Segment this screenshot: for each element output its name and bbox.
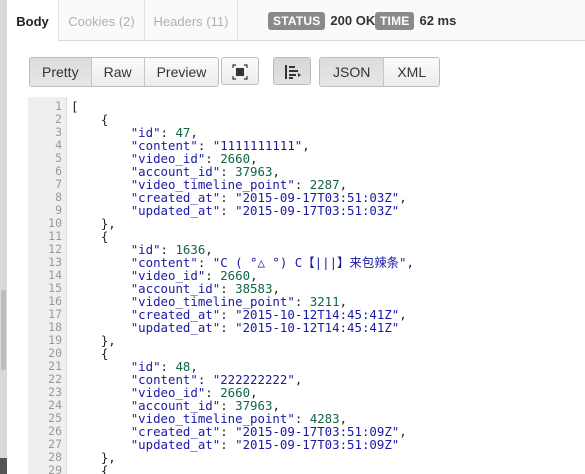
raw-button[interactable]: Raw <box>91 58 145 86</box>
token-pun: : <box>220 320 236 335</box>
view-mode-group: Pretty Raw Preview <box>29 57 220 87</box>
xml-format-button[interactable]: XML <box>384 58 440 86</box>
tab-body[interactable]: Body <box>7 0 59 42</box>
format-group: JSON XML <box>319 57 441 87</box>
time-badge: TIME <box>375 12 415 30</box>
time-indicator: TIME 62 ms <box>375 12 456 30</box>
token-pun: , <box>399 190 407 205</box>
scrollbar-marker <box>0 458 7 474</box>
response-code-viewer[interactable]: 1[2 {3 "id": 47, 4 "content": "1111111111… <box>28 97 585 474</box>
left-scrollbar[interactable] <box>0 0 7 474</box>
tab-headers[interactable]: Headers (11) <box>145 0 238 40</box>
token-pun: { <box>71 463 109 474</box>
code-text: "updated_at": "2015-09-17T03:51:03Z" <box>71 203 400 218</box>
time-value: 62 ms <box>419 13 457 28</box>
status-indicator: STATUS 200 OK <box>268 12 375 30</box>
code-text: "updated_at": "2015-10-12T14:45:41Z" <box>71 320 400 335</box>
token-str: "2015-09-17T03:51:03Z" <box>235 203 400 218</box>
token-pun: , <box>302 138 310 153</box>
code-text: { <box>71 464 108 474</box>
line-number: 29 <box>48 463 62 474</box>
preview-button[interactable]: Preview <box>144 58 219 86</box>
status-value: 200 OK <box>330 13 376 28</box>
json-format-button[interactable]: JSON <box>320 58 385 86</box>
tab-cookies[interactable]: Cookies (2) <box>59 0 145 40</box>
token-str: "2015-09-17T03:51:09Z" <box>235 437 400 452</box>
token-key: "updated_at" <box>130 320 221 335</box>
token-pun: , <box>399 424 407 439</box>
fullscreen-icon <box>232 64 248 80</box>
token-key: "updated_at" <box>130 203 221 218</box>
status-badge: STATUS <box>268 12 326 30</box>
token-pun: : <box>220 437 236 452</box>
response-tabs: Body Cookies (2) Headers (11) STATUS 200 … <box>7 0 585 42</box>
token-pun: , <box>406 255 414 270</box>
token-pun: , <box>399 307 407 322</box>
token-pun: , <box>294 372 303 387</box>
fullscreen-button[interactable] <box>221 57 259 85</box>
token-str: "2015-10-12T14:45:41Z" <box>235 320 400 335</box>
scrollbar-thumb[interactable] <box>1 290 6 370</box>
token-key: "updated_at" <box>130 437 221 452</box>
wrap-lines-button[interactable] <box>273 57 311 85</box>
token-pun: : <box>220 203 236 218</box>
code-text: "updated_at": "2015-09-17T03:51:09Z" <box>71 437 400 452</box>
pretty-button[interactable]: Pretty <box>30 58 92 86</box>
wrap-lines-icon <box>285 65 301 79</box>
